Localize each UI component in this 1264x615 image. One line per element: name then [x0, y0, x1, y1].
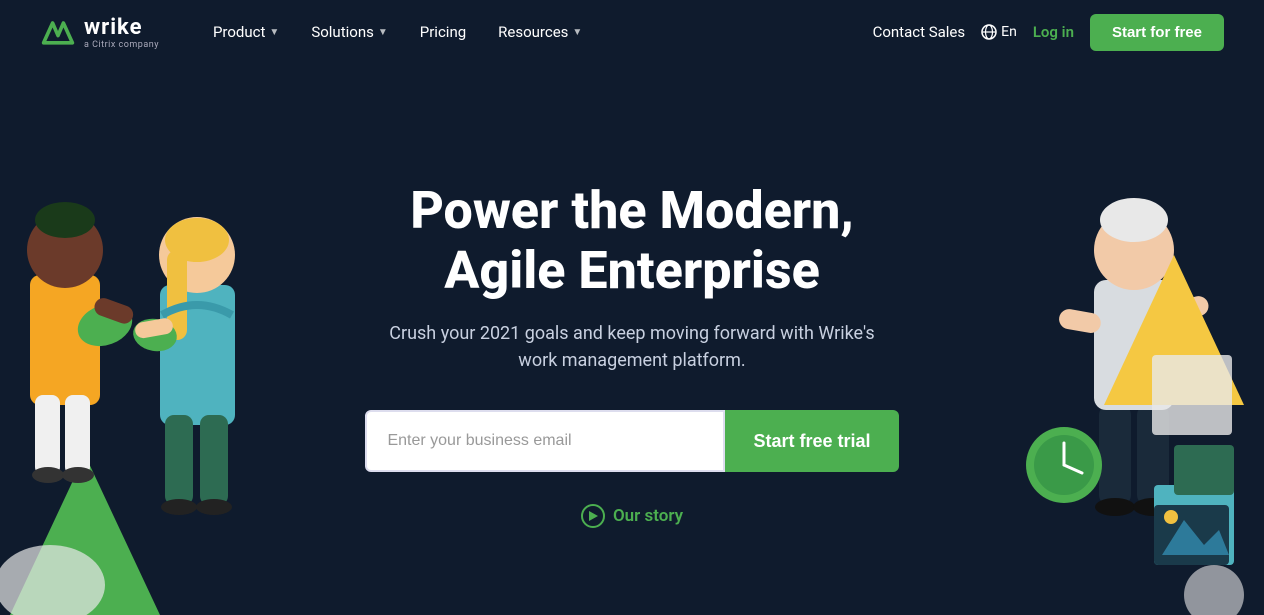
wrike-logo-icon: [40, 14, 76, 50]
logo-text: wrike a Citrix company: [84, 15, 159, 50]
play-icon: [581, 504, 605, 528]
logo[interactable]: wrike a Citrix company: [40, 14, 159, 50]
email-form: Start free trial: [365, 410, 898, 472]
email-input[interactable]: [365, 410, 725, 472]
hero-section: Power the Modern, Agile Enterprise Crush…: [0, 64, 1264, 615]
nav-pricing[interactable]: Pricing: [406, 15, 480, 49]
logo-wordmark: wrike: [84, 15, 159, 40]
nav-right: Contact Sales En Log in Start for free: [873, 14, 1224, 51]
start-free-button[interactable]: Start for free: [1090, 14, 1224, 51]
our-story-label: Our story: [613, 506, 683, 526]
nav-links: Product ▼ Solutions ▼ Pricing Resources …: [199, 15, 873, 49]
language-selector[interactable]: En: [981, 24, 1017, 40]
play-triangle: [589, 511, 598, 521]
start-trial-button[interactable]: Start free trial: [725, 410, 898, 472]
hero-title: Power the Modern, Agile Enterprise: [410, 181, 854, 301]
nav-solutions[interactable]: Solutions ▼: [297, 15, 401, 49]
chevron-down-icon: ▼: [378, 27, 388, 38]
illustration-left: [0, 64, 310, 615]
contact-sales-link[interactable]: Contact Sales: [873, 23, 966, 41]
illustration-right: [1004, 64, 1264, 615]
navbar: wrike a Citrix company Product ▼ Solutio…: [0, 0, 1264, 64]
login-button[interactable]: Log in: [1033, 23, 1074, 41]
nav-resources[interactable]: Resources ▼: [484, 15, 596, 49]
nav-product[interactable]: Product ▼: [199, 15, 293, 49]
lang-label: En: [1001, 24, 1017, 40]
logo-sub: a Citrix company: [84, 40, 159, 50]
globe-icon: [981, 24, 997, 40]
hero-subtitle: Crush your 2021 goals and keep moving fo…: [382, 320, 882, 374]
our-story-link[interactable]: Our story: [581, 504, 683, 528]
chevron-down-icon: ▼: [269, 27, 279, 38]
chevron-down-icon: ▼: [572, 27, 582, 38]
